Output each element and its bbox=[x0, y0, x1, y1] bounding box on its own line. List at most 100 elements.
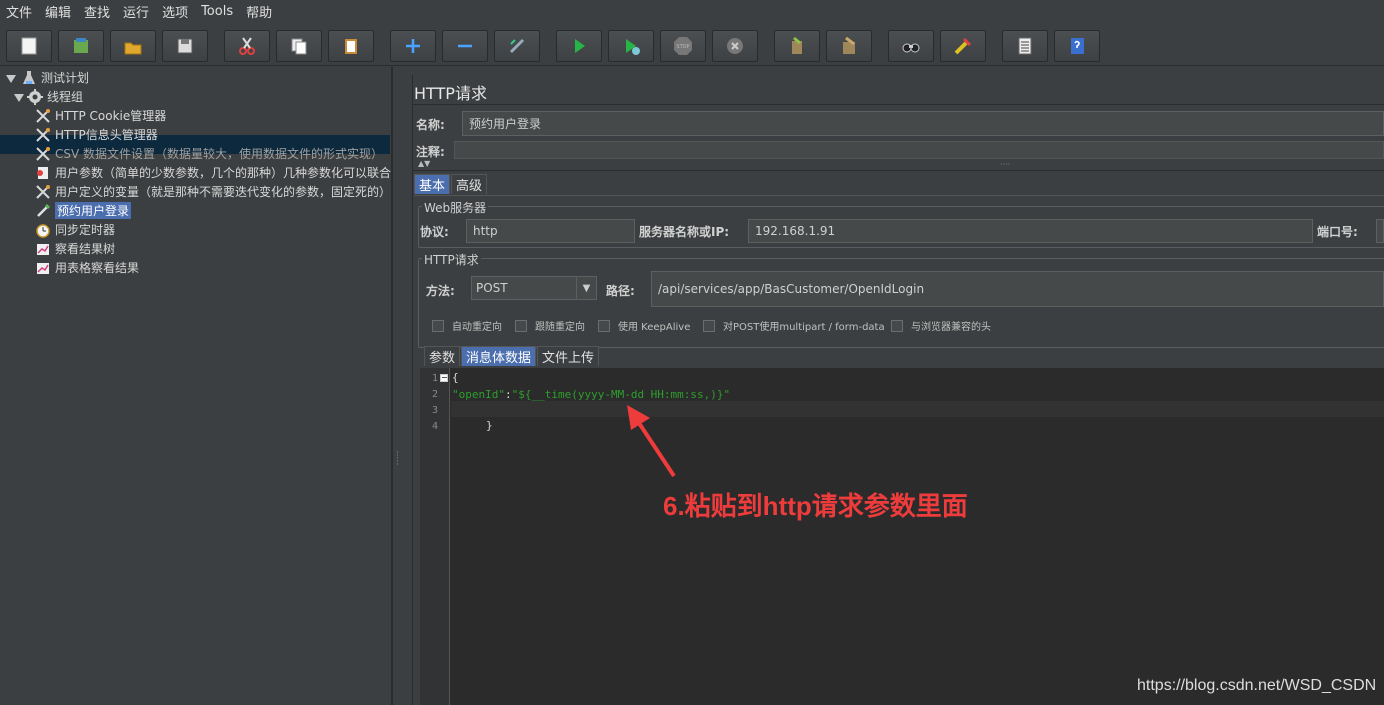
auto-redirect-checkbox[interactable]: 自动重定向 bbox=[432, 318, 502, 333]
browser-headers-checkbox[interactable]: 与浏览器兼容的头 bbox=[891, 318, 991, 333]
open-icon bbox=[124, 42, 142, 55]
server-label: 服务器名称或IP: bbox=[639, 225, 730, 239]
follow-redirect-checkbox[interactable]: 跟随重定向 bbox=[515, 318, 585, 333]
annotation-arrow-icon bbox=[627, 405, 676, 478]
tab-file-upload[interactable]: 文件上传 bbox=[537, 346, 600, 366]
templates-icon bbox=[74, 38, 88, 53]
watermark: https://blog.csdn.net/WSD_CSDN bbox=[1137, 677, 1377, 694]
pipette-icon bbox=[34, 202, 52, 220]
tree-node-view-results-tree[interactable]: 察看结果树 bbox=[34, 239, 115, 258]
method-value: POST bbox=[476, 281, 508, 295]
start-no-pause-button[interactable] bbox=[608, 30, 654, 62]
test-plan-icon bbox=[20, 69, 38, 87]
menu-tools[interactable]: Tools bbox=[201, 4, 233, 19]
checkbox-label: 对POST使用multipart / form-data bbox=[723, 322, 885, 333]
tree-node-cookie-manager[interactable]: HTTP Cookie管理器 bbox=[34, 106, 166, 125]
menu-help[interactable]: 帮助 bbox=[246, 2, 272, 21]
line-number: 4 bbox=[431, 421, 438, 432]
comment-field[interactable] bbox=[454, 141, 1384, 159]
keepalive-checkbox[interactable]: 使用 KeepAlive bbox=[598, 318, 690, 333]
search-button[interactable] bbox=[888, 30, 934, 62]
collapse-icon bbox=[458, 44, 472, 48]
pane-splitter[interactable] bbox=[392, 67, 402, 705]
timer-icon bbox=[34, 221, 52, 239]
protocol-field[interactable]: http bbox=[466, 219, 635, 243]
checkbox-label: 跟随重定向 bbox=[535, 322, 585, 333]
stop-button[interactable]: STOP bbox=[660, 30, 706, 62]
save-button[interactable] bbox=[162, 30, 208, 62]
checkbox-box bbox=[432, 319, 444, 332]
tab-basic[interactable]: 基本 bbox=[414, 174, 451, 194]
checkbox-box bbox=[703, 319, 715, 332]
fold-toggle-icon[interactable]: − bbox=[440, 374, 448, 382]
search-icon bbox=[902, 43, 920, 53]
clear-button[interactable] bbox=[774, 30, 820, 62]
path-label: 路径: bbox=[606, 284, 635, 298]
method-select[interactable]: POST ▼ bbox=[471, 276, 597, 300]
line-number: 1 bbox=[431, 373, 438, 384]
paste-button[interactable] bbox=[328, 30, 374, 62]
help-button[interactable] bbox=[1054, 30, 1100, 62]
path-field[interactable]: /api/services/app/BasCustomer/OpenIdLogi… bbox=[651, 271, 1384, 307]
tree-node-user-defined-variables[interactable]: 用户定义的变量（就是那种不需要迭代变化的参数，固定死的） bbox=[34, 182, 391, 201]
collapse-arrows-icon[interactable]: ▲▼ bbox=[418, 160, 430, 168]
checkbox-label: 与浏览器兼容的头 bbox=[911, 322, 991, 333]
expand-thread-group-icon[interactable] bbox=[14, 94, 24, 102]
tree-node-view-results-table[interactable]: 用表格察看结果 bbox=[34, 258, 139, 277]
start-button[interactable] bbox=[556, 30, 602, 62]
tree-node-sync-timer[interactable]: 同步定时器 bbox=[34, 220, 115, 239]
menu-edit[interactable]: 编辑 bbox=[45, 2, 71, 21]
clear-all-button[interactable] bbox=[826, 30, 872, 62]
chevron-down-icon[interactable]: ▼ bbox=[576, 277, 596, 299]
start-no-pause-icon bbox=[626, 39, 640, 55]
current-line-highlight bbox=[451, 401, 1384, 417]
tab-parameters[interactable]: 参数 bbox=[424, 346, 461, 366]
tree-label: 预约用户登录 bbox=[55, 202, 132, 219]
tree-node-thread-group[interactable]: 线程组 bbox=[26, 87, 83, 106]
tree-node-user-parameters[interactable]: 用户参数（简单的少数参数，几个的那种）几种参数化可以联合 bbox=[34, 163, 391, 182]
thread-group-gear-icon bbox=[26, 88, 44, 106]
function-helper-button[interactable] bbox=[1002, 30, 1048, 62]
reset-search-button[interactable] bbox=[940, 30, 986, 62]
shutdown-button[interactable] bbox=[712, 30, 758, 62]
tree-node-http-request[interactable]: 预约用户登录 bbox=[34, 201, 132, 220]
tree-label: 同步定时器 bbox=[55, 223, 116, 237]
tree-label: 用户参数（简单的少数参数，几个的那种）几种参数化可以联合 bbox=[55, 166, 392, 180]
open-button[interactable] bbox=[110, 30, 156, 62]
name-field[interactable]: 预约用户登录 bbox=[462, 111, 1384, 136]
tree-label: CSV 数据文件设置（数据量较大，使用数据文件的形式实现） bbox=[55, 147, 384, 161]
menu-file[interactable]: 文件 bbox=[6, 2, 32, 21]
tree-node-test-plan[interactable]: 测试计划 bbox=[20, 68, 89, 87]
stop-icon: STOP bbox=[674, 37, 692, 55]
copy-button[interactable] bbox=[276, 30, 322, 62]
chart-icon bbox=[34, 259, 52, 277]
body-data-editor[interactable] bbox=[420, 368, 1384, 705]
port-field[interactable] bbox=[1376, 219, 1384, 243]
tree-node-csv-data-set[interactable]: CSV 数据文件设置（数据量较大，使用数据文件的形式实现） bbox=[34, 144, 383, 163]
collapse-button[interactable] bbox=[442, 30, 488, 62]
toggle-button[interactable] bbox=[494, 30, 540, 62]
menu-run[interactable]: 运行 bbox=[123, 2, 149, 21]
menu-options[interactable]: 选项 bbox=[162, 2, 188, 21]
tab-advanced[interactable]: 高级 bbox=[451, 174, 488, 194]
copy-icon bbox=[291, 38, 307, 55]
user-parameters-icon bbox=[34, 164, 52, 182]
line-number: 2 bbox=[431, 389, 438, 400]
tab-body-data[interactable]: 消息体数据 bbox=[461, 346, 537, 366]
new-button[interactable] bbox=[6, 30, 52, 62]
toggle-icon bbox=[509, 38, 525, 54]
multipart-checkbox[interactable]: 对POST使用multipart / form-data bbox=[703, 318, 885, 333]
menu-bar: 文件 编辑 查找 运行 选项 Tools 帮助 bbox=[0, 0, 1384, 22]
server-field[interactable]: 192.168.1.91 bbox=[748, 219, 1313, 243]
expand-button[interactable] bbox=[390, 30, 436, 62]
save-icon bbox=[177, 38, 193, 54]
name-label: 名称: bbox=[416, 118, 445, 132]
tree-label: HTTP信息头管理器 bbox=[55, 128, 158, 142]
page-title: HTTP请求 bbox=[414, 84, 487, 103]
expand-root-icon[interactable] bbox=[6, 75, 16, 83]
resize-handle-icon[interactable]: ···· bbox=[1000, 160, 1010, 169]
templates-button[interactable] bbox=[58, 30, 104, 62]
cut-button[interactable] bbox=[224, 30, 270, 62]
menu-search[interactable]: 查找 bbox=[84, 2, 110, 21]
tree-node-header-manager[interactable]: HTTP信息头管理器 bbox=[34, 125, 158, 144]
